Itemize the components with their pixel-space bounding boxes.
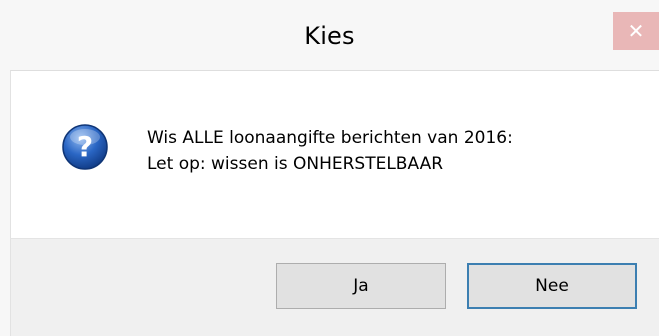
close-button[interactable]: ✕: [613, 12, 659, 50]
dialog-window: Kies ✕ ? Wis ALLE loonaangifte berichten…: [0, 0, 659, 336]
svg-text:?: ?: [77, 130, 93, 163]
message-area: ? Wis ALLE loonaangifte berichten van 20…: [10, 70, 659, 239]
no-button[interactable]: Nee: [467, 263, 637, 309]
button-bar: Ja Nee: [10, 238, 659, 336]
message-line-1: Wis ALLE loonaangifte berichten van 2016…: [147, 128, 513, 148]
title-bar: Kies ✕: [0, 0, 659, 70]
question-icon: ?: [62, 124, 108, 170]
yes-button[interactable]: Ja: [276, 263, 446, 309]
message-line-2: Let op: wissen is ONHERSTELBAAR: [147, 154, 444, 174]
close-icon: ✕: [627, 19, 645, 43]
dialog-message: Wis ALLE loonaangifte berichten van 2016…: [147, 125, 513, 177]
dialog-title: Kies: [304, 22, 355, 50]
